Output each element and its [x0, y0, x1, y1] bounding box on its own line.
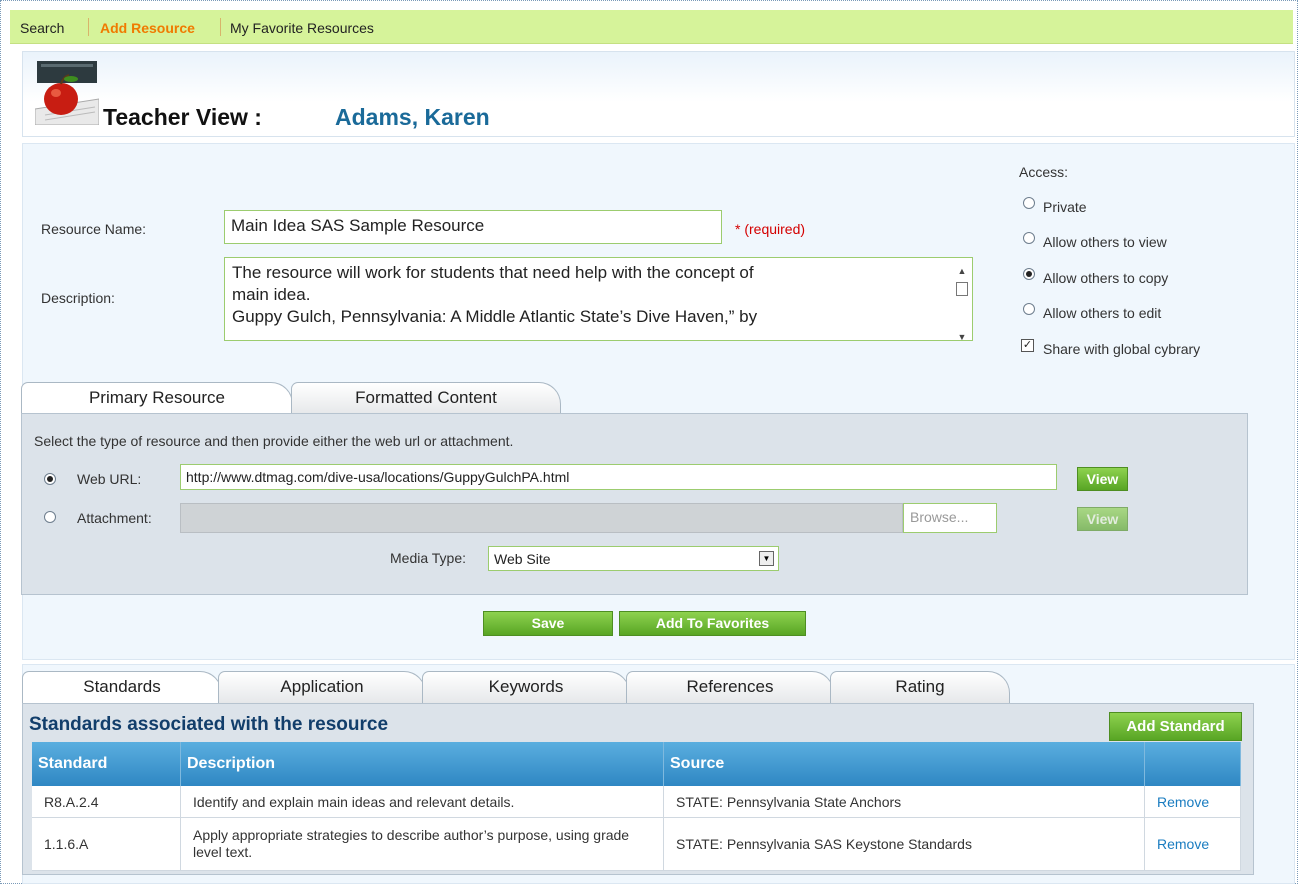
description-label: Description:: [41, 290, 115, 306]
resource-name-input[interactable]: Main Idea SAS Sample Resource: [224, 210, 722, 244]
attachment-input[interactable]: [180, 503, 903, 533]
column-header-source[interactable]: Source: [663, 742, 1145, 786]
share-cybrary-checkbox[interactable]: ✓: [1021, 339, 1034, 352]
standard-source: STATE: Pennsylvania SAS Keystone Standar…: [663, 817, 1145, 871]
tab-rating[interactable]: Rating: [830, 671, 1010, 703]
scroll-down-icon[interactable]: ▼: [954, 326, 970, 340]
tab-primary-resource[interactable]: Primary Resource: [21, 382, 293, 414]
primary-resource-panel: Select the type of resource and then pro…: [21, 413, 1248, 595]
save-button[interactable]: Save: [483, 611, 613, 636]
apple-books-icon: [35, 61, 99, 125]
access-copy-label: Allow others to copy: [1043, 270, 1169, 286]
standard-description: Identify and explain main ideas and rele…: [180, 786, 664, 818]
description-textarea[interactable]: The resource will work for students that…: [224, 257, 973, 341]
access-title: Access:: [1019, 164, 1069, 180]
access-private-label: Private: [1043, 199, 1087, 215]
nav-search-link[interactable]: Search: [20, 20, 64, 36]
media-type-select[interactable]: Web Site ▼: [488, 546, 779, 571]
media-type-value: Web Site: [494, 551, 551, 567]
media-type-label: Media Type:: [390, 550, 467, 566]
access-view-label: Allow others to view: [1043, 234, 1167, 250]
scroll-thumb[interactable]: [956, 282, 968, 296]
tab-formatted-content[interactable]: Formatted Content: [291, 382, 561, 414]
access-edit-radio[interactable]: [1023, 303, 1035, 315]
web-url-radio[interactable]: [44, 473, 56, 485]
tab-references[interactable]: References: [626, 671, 834, 703]
tab-application[interactable]: Application: [218, 671, 426, 703]
table-header-row: Standard Description Source: [32, 742, 1241, 786]
remove-link[interactable]: Remove: [1144, 786, 1241, 818]
table-row: R8.A.2.4 Identify and explain main ideas…: [32, 786, 1241, 818]
page-header: Teacher View : Adams, Karen: [22, 51, 1295, 137]
standard-description: Apply appropriate strategies to describe…: [180, 817, 664, 871]
table-row: 1.1.6.A Apply appropriate strategies to …: [32, 817, 1241, 871]
tab-standards[interactable]: Standards: [22, 671, 222, 703]
attachment-radio[interactable]: [44, 511, 56, 523]
top-nav: Search Add Resource My Favorite Resource…: [10, 10, 1293, 44]
column-header-standard[interactable]: Standard: [32, 742, 181, 786]
standard-source: STATE: Pennsylvania State Anchors: [663, 786, 1145, 818]
standard-code: 1.1.6.A: [32, 817, 181, 871]
description-scrollbar[interactable]: ▲ ▼: [954, 260, 970, 340]
page-title: Teacher View :: [103, 104, 262, 130]
resource-name-label: Resource Name:: [41, 221, 147, 237]
access-view-radio[interactable]: [1023, 232, 1035, 244]
resource-instructions: Select the type of resource and then pro…: [34, 433, 514, 449]
required-indicator: * (required): [735, 221, 806, 237]
column-header-description[interactable]: Description: [180, 742, 664, 786]
standards-table: Standard Description Source R8.A.2.4 Ide…: [32, 742, 1241, 871]
web-url-input[interactable]: http://www.dtmag.com/dive-usa/locations/…: [180, 464, 1057, 490]
description-line: The resource will work for students that…: [232, 263, 754, 282]
attachment-label: Attachment:: [77, 510, 152, 526]
tab-keywords[interactable]: Keywords: [422, 671, 630, 703]
resource-form-panel: Resource Name: Main Idea SAS Sample Reso…: [21, 143, 1295, 660]
web-url-label: Web URL:: [77, 471, 142, 487]
description-line: Guppy Gulch, Pennsylvania: A Middle Atla…: [232, 307, 758, 326]
web-url-view-button[interactable]: View: [1077, 467, 1128, 491]
nav-separator: [88, 18, 89, 36]
add-standard-button[interactable]: Add Standard: [1109, 712, 1242, 741]
column-header-action: [1144, 742, 1241, 786]
nav-favorites-link[interactable]: My Favorite Resources: [230, 20, 374, 36]
standards-heading: Standards associated with the resource: [29, 714, 389, 735]
nav-separator: [220, 18, 221, 36]
access-copy-radio[interactable]: [1023, 268, 1035, 280]
access-edit-label: Allow others to edit: [1043, 305, 1162, 321]
share-cybrary-label: Share with global cybrary: [1043, 341, 1201, 357]
access-private-radio[interactable]: [1023, 197, 1035, 209]
browse-button[interactable]: Browse...: [903, 503, 997, 533]
chevron-down-icon[interactable]: ▼: [759, 551, 774, 566]
description-line: main idea.: [232, 285, 311, 304]
remove-link[interactable]: Remove: [1144, 817, 1241, 871]
scroll-up-icon[interactable]: ▲: [954, 260, 970, 282]
nav-add-resource-link[interactable]: Add Resource: [100, 20, 195, 36]
standard-code: R8.A.2.4: [32, 786, 181, 818]
teacher-name: Adams, Karen: [335, 104, 490, 130]
attachment-view-button[interactable]: View: [1077, 507, 1128, 531]
add-to-favorites-button[interactable]: Add To Favorites: [619, 611, 806, 636]
